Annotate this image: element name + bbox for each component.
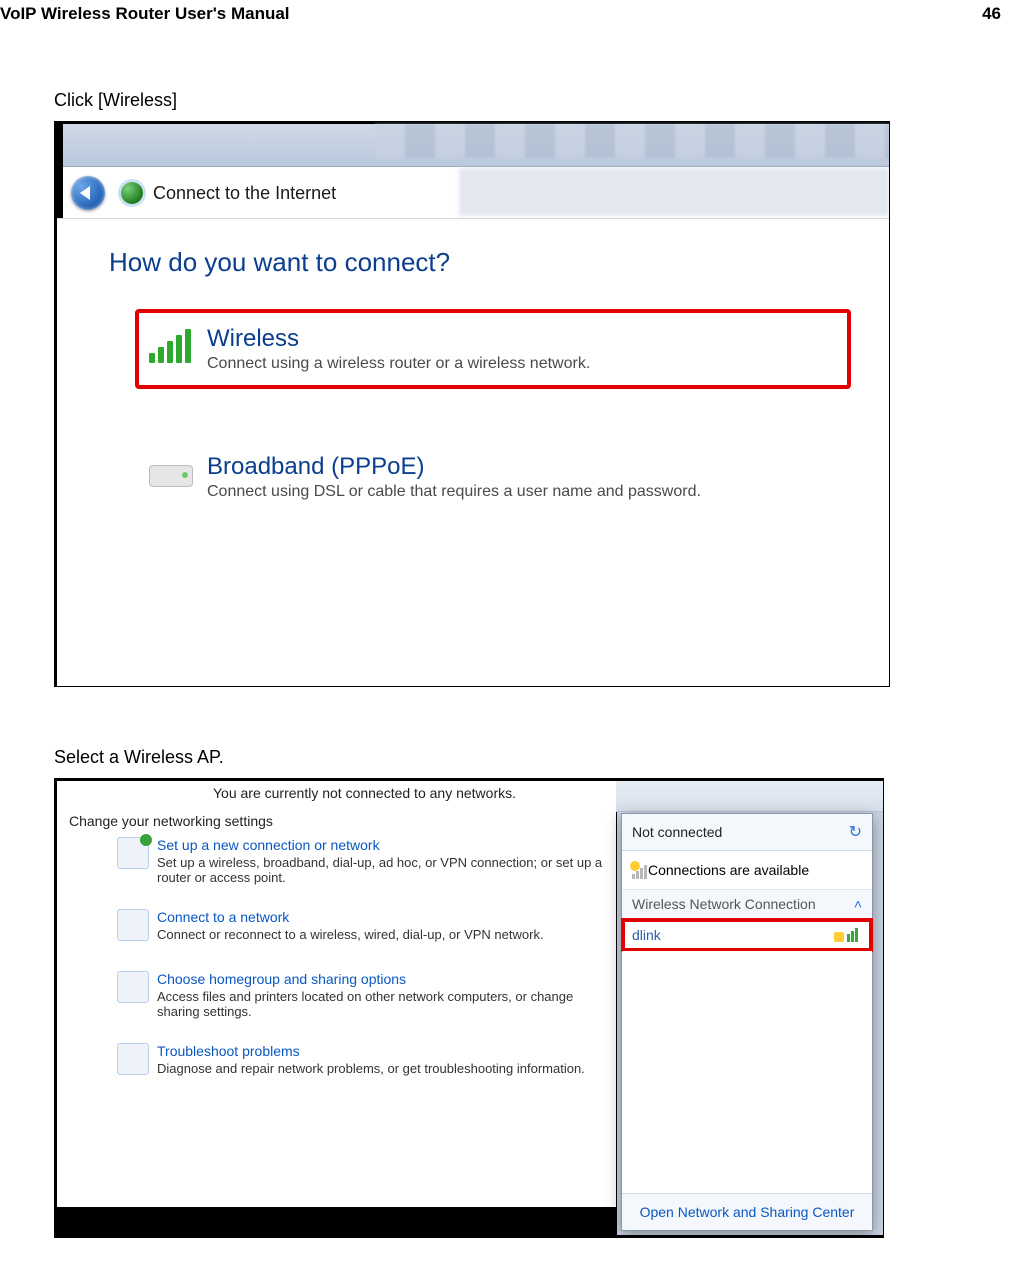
option-wireless-title: Wireless	[207, 325, 833, 353]
wireless-section-header[interactable]: Wireless Network Connection ˄	[622, 890, 872, 919]
homegroup-icon	[117, 971, 149, 1003]
option-pppoe[interactable]: Broadband (PPPoE) Connect using DSL or c…	[137, 439, 849, 515]
item-setup-desc: Set up a wireless, broadband, dial-up, a…	[157, 855, 610, 885]
wireless-signal-icon	[149, 323, 193, 367]
connect-network-icon	[117, 909, 149, 941]
step1-instruction: Click [Wireless]	[54, 90, 930, 111]
blurred-right-header	[459, 168, 889, 216]
page-header: VoIP Wireless Router User's Manual 46	[0, 4, 1009, 24]
ap-signal-icon	[834, 928, 862, 942]
option-wireless[interactable]: Wireless Connect using a wireless router…	[137, 311, 849, 387]
back-button[interactable]	[71, 176, 105, 210]
settings-list: Set up a new connection or network Set u…	[117, 837, 610, 1105]
item-troubleshoot-desc: Diagnose and repair network problems, or…	[157, 1061, 610, 1076]
option-pppoe-subtitle: Connect using DSL or cable that requires…	[207, 483, 833, 501]
setup-connection-icon	[117, 837, 149, 869]
taskbar-strip	[57, 1207, 616, 1235]
open-network-center-link[interactable]: Open Network and Sharing Center	[622, 1193, 872, 1230]
internet-globe-icon	[121, 182, 143, 204]
connections-available-row: Connections are available	[622, 851, 872, 890]
wizard-content: How do you want to connect? Wireless Con…	[57, 218, 889, 686]
modem-icon	[149, 451, 193, 495]
item-connect-network[interactable]: Connect to a network Connect or reconnec…	[117, 909, 610, 947]
wireless-popup: Not connected ↻ Connections are availabl…	[621, 813, 873, 1231]
wizard-prompt: How do you want to connect?	[109, 247, 450, 278]
popup-status: Not connected	[632, 824, 722, 840]
item-homegroup-link: Choose homegroup and sharing options	[157, 971, 610, 987]
option-wireless-subtitle: Connect using a wireless router or a wir…	[207, 355, 833, 373]
change-settings-heading: Change your networking settings	[69, 813, 273, 829]
page-body: Click [Wireless] Connect to the Internet…	[54, 90, 930, 1238]
screenshot-connect-wizard: Connect to the Internet How do you want …	[54, 121, 890, 687]
item-troubleshoot-link: Troubleshoot problems	[157, 1043, 610, 1059]
option-pppoe-title: Broadband (PPPoE)	[207, 453, 833, 481]
security-shield-icon	[834, 932, 844, 942]
network-center-pane: You are currently not connected to any n…	[57, 781, 616, 1235]
ap-name: dlink	[632, 927, 661, 943]
window-frame-top	[616, 781, 883, 812]
item-homegroup-desc: Access files and printers located on oth…	[157, 989, 610, 1019]
ap-dlink[interactable]: dlink	[622, 919, 872, 951]
item-connect-desc: Connect or reconnect to a wireless, wire…	[157, 927, 610, 942]
wizard-nav: Connect to the Internet	[71, 176, 336, 210]
troubleshoot-icon	[117, 1043, 149, 1075]
page-number: 46	[982, 4, 1001, 24]
refresh-icon[interactable]: ↻	[849, 822, 862, 842]
manual-title: VoIP Wireless Router User's Manual	[0, 4, 290, 24]
footer-link-text: Open Network and Sharing Center	[640, 1204, 855, 1220]
connections-available-label: Connections are available	[648, 862, 809, 878]
wizard-title: Connect to the Internet	[153, 183, 336, 204]
chevron-up-icon: ˄	[854, 896, 862, 912]
popup-empty-area	[622, 951, 872, 1193]
available-signal-icon	[632, 861, 640, 879]
step2-instruction: Select a Wireless AP.	[54, 747, 930, 768]
manual-page: VoIP Wireless Router User's Manual 46 Cl…	[0, 0, 1009, 1264]
screenshot-network-center: You are currently not connected to any n…	[54, 778, 884, 1238]
item-setup-connection[interactable]: Set up a new connection or network Set u…	[117, 837, 610, 885]
popup-header: Not connected ↻	[622, 814, 872, 851]
item-troubleshoot[interactable]: Troubleshoot problems Diagnose and repai…	[117, 1043, 610, 1081]
item-homegroup[interactable]: Choose homegroup and sharing options Acc…	[117, 971, 610, 1019]
item-connect-link: Connect to a network	[157, 909, 610, 925]
item-setup-link: Set up a new connection or network	[157, 837, 610, 853]
not-connected-message: You are currently not connected to any n…	[213, 785, 516, 801]
wireless-section-label: Wireless Network Connection	[632, 896, 816, 912]
blurred-titlebar-text	[375, 124, 889, 158]
